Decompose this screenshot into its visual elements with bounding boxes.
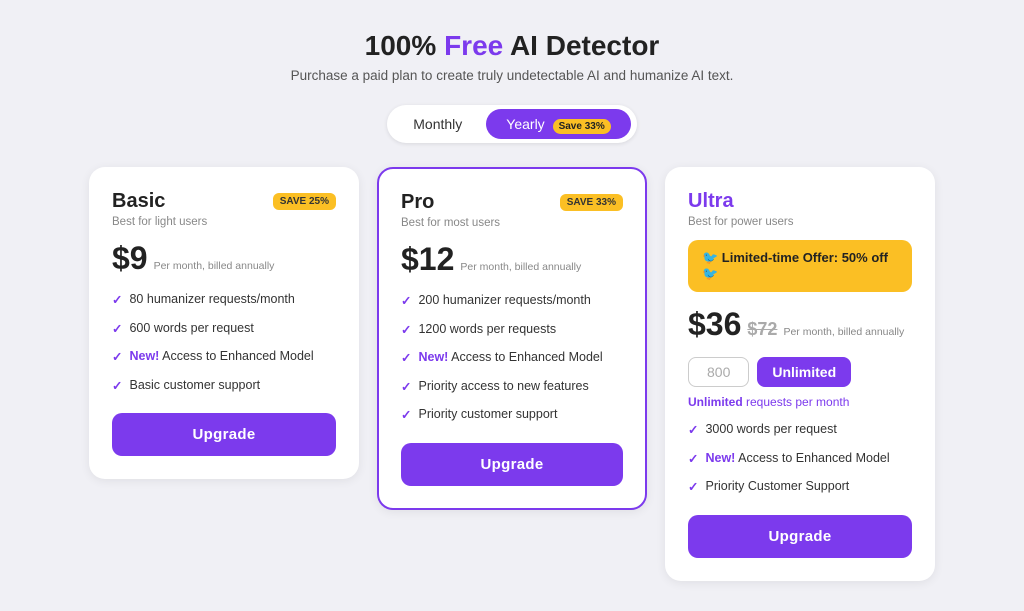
request-toggle: 800 Unlimited — [688, 357, 912, 387]
list-item: ✓New! Access to Enhanced Model — [401, 349, 623, 368]
basic-subtitle: Best for light users — [112, 216, 336, 228]
check-icon: ✓ — [112, 292, 122, 310]
pro-save-tag: SAVE 33% — [560, 194, 623, 211]
page-header: 100% Free AI Detector Purchase a paid pl… — [291, 30, 734, 83]
list-item: ✓New! Access to Enhanced Model — [688, 450, 912, 469]
ultra-card-title: Ultra — [688, 190, 734, 213]
basic-price-desc: Per month, billed annually — [154, 260, 275, 274]
list-item: ✓Priority Customer Support — [688, 478, 912, 497]
list-item: ✓3000 words per request — [688, 421, 912, 440]
basic-upgrade-button[interactable]: Upgrade — [112, 413, 336, 456]
ultra-title-row: Ultra — [688, 190, 912, 213]
basic-features: ✓80 humanizer requests/month ✓600 words … — [112, 291, 336, 395]
yearly-save-badge: Save 33% — [553, 119, 611, 134]
basic-card: Basic SAVE 25% Best for light users $9 P… — [89, 167, 359, 479]
pro-price: $12 — [401, 241, 454, 278]
check-icon: ✓ — [688, 479, 698, 497]
check-icon: ✓ — [401, 322, 411, 340]
check-icon: ✓ — [401, 379, 411, 397]
basic-title-row: Basic SAVE 25% — [112, 190, 336, 213]
ultra-price-desc: Per month, billed annually — [783, 326, 904, 340]
check-icon: ✓ — [112, 321, 122, 339]
check-icon: ✓ — [112, 378, 122, 396]
yearly-tab[interactable]: Yearly Save 33% — [486, 109, 630, 139]
list-item: ✓Priority customer support — [401, 406, 623, 425]
pro-title-row: Pro SAVE 33% — [401, 191, 623, 214]
pro-subtitle: Best for most users — [401, 217, 623, 229]
basic-price-row: $9 Per month, billed annually — [112, 240, 336, 277]
request-unlimited-button[interactable]: Unlimited — [757, 357, 851, 387]
pro-price-row: $12 Per month, billed annually — [401, 241, 623, 278]
basic-price: $9 — [112, 240, 148, 277]
page-title: 100% Free AI Detector — [291, 30, 734, 62]
pro-features: ✓200 humanizer requests/month ✓1200 word… — [401, 292, 623, 425]
check-icon: ✓ — [401, 293, 411, 311]
ultra-features: ✓3000 words per request ✓New! Access to … — [688, 421, 912, 497]
check-icon: ✓ — [688, 422, 698, 440]
billing-toggle: Monthly Yearly Save 33% — [387, 105, 636, 143]
ultra-price-row: $36 $72 Per month, billed annually — [688, 306, 912, 343]
ultra-upgrade-button[interactable]: Upgrade — [688, 515, 912, 558]
basic-card-title: Basic — [112, 190, 165, 213]
ultra-price: $36 — [688, 306, 741, 343]
basic-save-tag: SAVE 25% — [273, 193, 336, 210]
ultra-price-old: $72 — [747, 319, 777, 340]
unlimited-label: Unlimited requests per month — [688, 395, 912, 409]
list-item: ✓Priority access to new features — [401, 378, 623, 397]
list-item: ✓Basic customer support — [112, 377, 336, 396]
list-item: ✓New! Access to Enhanced Model — [112, 348, 336, 367]
list-item: ✓600 words per request — [112, 320, 336, 339]
monthly-tab[interactable]: Monthly — [393, 109, 482, 139]
list-item: ✓1200 words per requests — [401, 321, 623, 340]
ultra-offer-banner: 🐦 Limited-time Offer: 50% off 🐦 — [688, 240, 912, 292]
pro-card: Pro SAVE 33% Best for most users $12 Per… — [377, 167, 647, 510]
list-item: ✓200 humanizer requests/month — [401, 292, 623, 311]
ultra-subtitle: Best for power users — [688, 216, 912, 228]
page-subtitle: Purchase a paid plan to create truly und… — [291, 68, 734, 83]
check-icon: ✓ — [688, 451, 698, 469]
ultra-card: Ultra Best for power users 🐦 Limited-tim… — [665, 167, 935, 581]
pro-card-title: Pro — [401, 191, 434, 214]
check-icon: ✓ — [401, 350, 411, 368]
request-800-button[interactable]: 800 — [688, 357, 749, 387]
check-icon: ✓ — [112, 349, 122, 367]
check-icon: ✓ — [401, 407, 411, 425]
pro-upgrade-button[interactable]: Upgrade — [401, 443, 623, 486]
list-item: ✓80 humanizer requests/month — [112, 291, 336, 310]
pricing-cards: Basic SAVE 25% Best for light users $9 P… — [77, 167, 947, 581]
pro-price-desc: Per month, billed annually — [460, 261, 581, 275]
